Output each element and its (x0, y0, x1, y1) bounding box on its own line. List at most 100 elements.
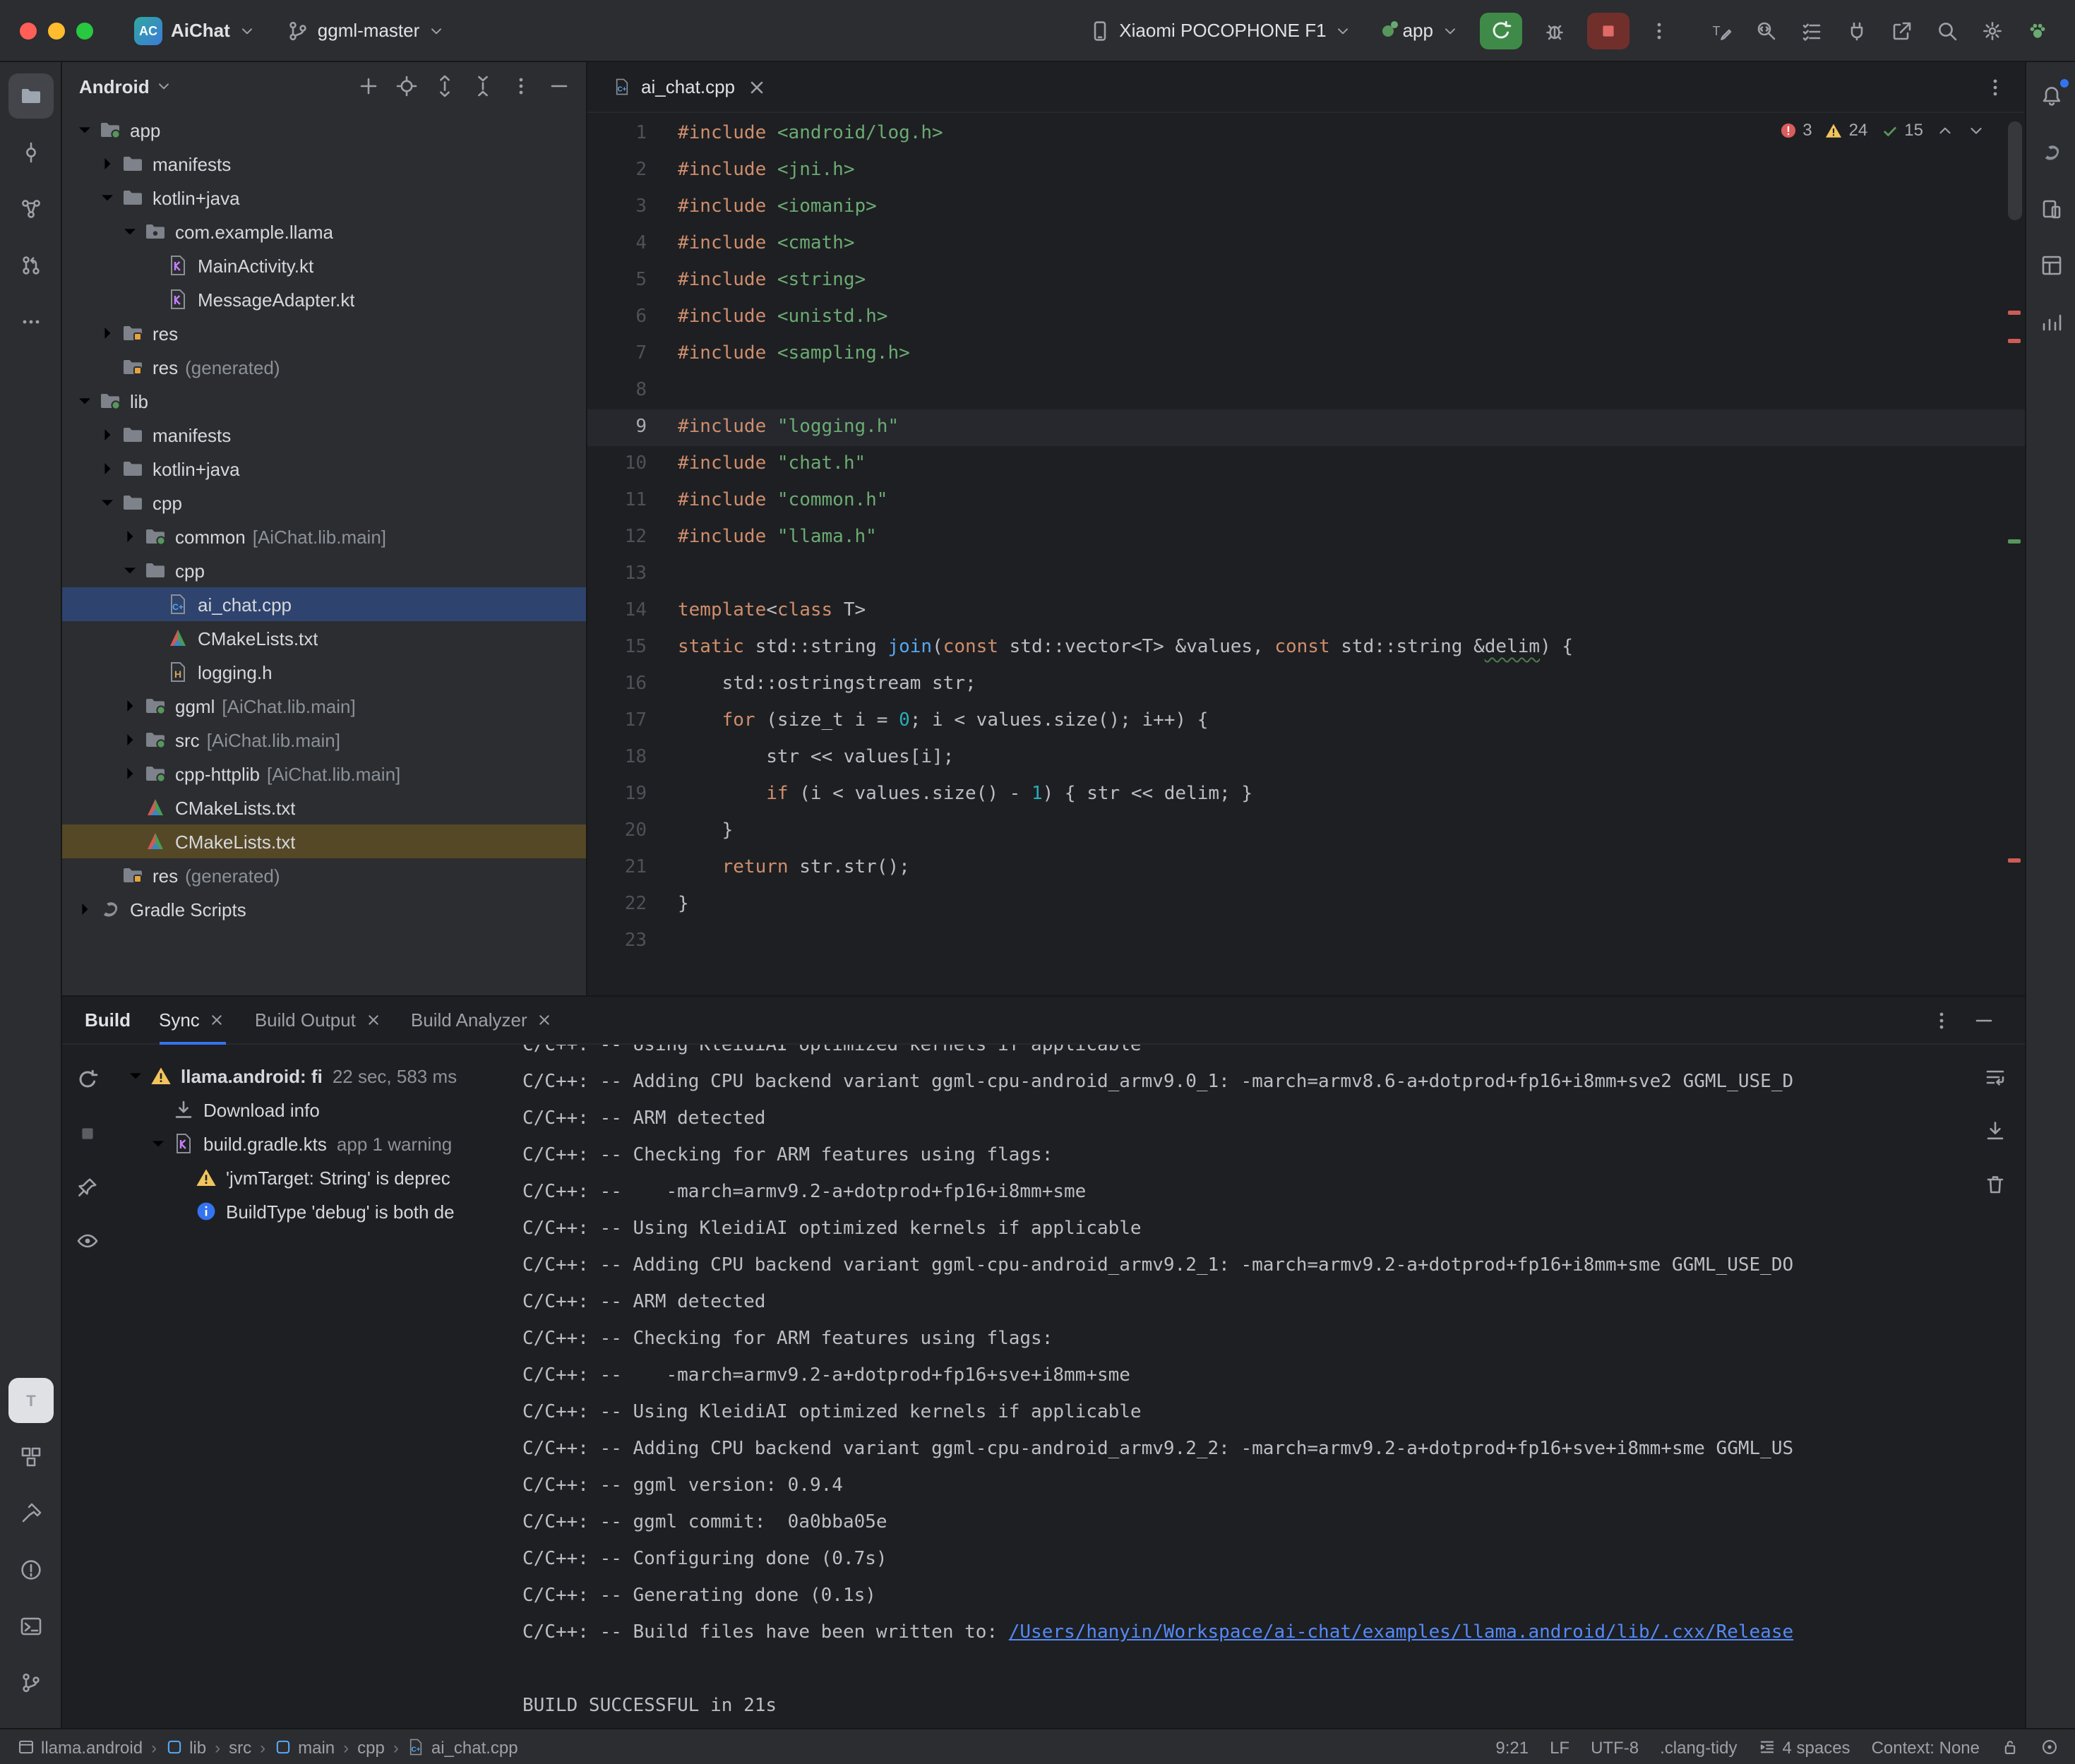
plugin-button[interactable] (1838, 12, 1875, 49)
add-button[interactable] (350, 68, 387, 104)
code-line[interactable]: 5#include <string> (587, 263, 2025, 299)
project-tree-item[interactable]: kotlin+java (62, 452, 586, 486)
project-selector[interactable]: AC AiChat (124, 11, 265, 50)
breadcrumb-item[interactable]: lib (165, 1737, 206, 1757)
caret-position[interactable]: 9:21 (1495, 1737, 1529, 1757)
project-tree-item[interactable]: CMakeLists.txt (62, 824, 586, 858)
kebab-button[interactable] (503, 68, 539, 104)
editor-scrollbar-thumb[interactable] (2008, 121, 2022, 220)
run-button[interactable] (1480, 12, 1522, 49)
project-tree-item[interactable]: CMakeLists.txt (62, 791, 586, 824)
project-tree-item[interactable]: cpp-httplib[AiChat.lib.main] (62, 757, 586, 791)
app-insights-button[interactable] (2028, 299, 2074, 344)
close-tab-icon[interactable] (536, 1011, 554, 1029)
code-line[interactable]: 11#include "common.h" (587, 483, 2025, 520)
locate-button[interactable] (388, 68, 425, 104)
lock-icon[interactable] (2001, 1738, 2019, 1756)
project-tree-item[interactable]: res(generated) (62, 350, 586, 384)
breadcrumb-item[interactable]: cpp (357, 1737, 385, 1757)
debug-button[interactable] (1533, 12, 1576, 49)
chevron-down-icon[interactable] (73, 390, 96, 412)
build-console[interactable]: C/C++: -- Using KleidiAI optimized kerne… (508, 1045, 2025, 1728)
project-tree-item[interactable]: src[AiChat.lib.main] (62, 723, 586, 757)
code-line[interactable]: 16 std::ostringstream str; (587, 666, 2025, 703)
maximize-window-button[interactable] (76, 22, 93, 39)
project-tree-item[interactable]: com.example.llama (62, 215, 586, 248)
project-folder-button[interactable] (8, 73, 53, 119)
code-line[interactable]: 8 (587, 373, 2025, 409)
minus-button[interactable] (541, 68, 578, 104)
hide-build-panel-button[interactable] (1966, 1002, 2002, 1038)
code-line[interactable]: 3#include <iomanip> (587, 189, 2025, 226)
minimize-window-button[interactable] (48, 22, 65, 39)
close-window-button[interactable] (20, 22, 37, 39)
prev-problem-icon[interactable] (1936, 121, 1954, 139)
profile-button[interactable] (2019, 12, 2056, 49)
breadcrumb-item[interactable]: C+ai_chat.cpp (407, 1737, 518, 1757)
chevron-right-icon[interactable] (96, 457, 119, 480)
build-tree-item[interactable]: 'jvmTarget: String' is deprec (113, 1160, 508, 1194)
tab-build-output[interactable]: Build Output (255, 996, 383, 1044)
breadcrumb-item[interactable]: src (229, 1737, 251, 1757)
chevron-down-icon[interactable] (119, 220, 141, 243)
project-tree-item[interactable]: common[AiChat.lib.main] (62, 520, 586, 553)
device-selector[interactable]: Xiaomi POCOPHONE F1 (1078, 13, 1361, 47)
trash-button[interactable] (1977, 1166, 2014, 1203)
chevron-down-icon[interactable] (147, 1132, 169, 1155)
search-button[interactable] (1929, 12, 1966, 49)
code-line[interactable]: 23 (587, 923, 2025, 960)
chevron-down-icon[interactable] (124, 1064, 147, 1087)
expand-all-button[interactable] (426, 68, 463, 104)
more-tools-button[interactable] (8, 299, 53, 344)
stop-button[interactable] (1587, 12, 1629, 49)
build-tree-item[interactable]: llama.android: fi22 sec, 583 ms (113, 1059, 508, 1093)
breadcrumb-item[interactable]: main (274, 1737, 335, 1757)
code-line[interactable]: 7#include <sampling.h> (587, 336, 2025, 373)
project-tree-item[interactable]: C+ai_chat.cpp (62, 587, 586, 621)
build-options-button[interactable] (1923, 1002, 1960, 1038)
project-tree-item[interactable]: manifests (62, 147, 586, 181)
project-tree-item[interactable]: app (62, 113, 586, 147)
close-tab-icon[interactable] (745, 76, 767, 98)
project-view-mode[interactable]: Android (79, 76, 150, 97)
stop-gray-button[interactable] (69, 1115, 106, 1152)
build-window-title[interactable]: Build (85, 1009, 131, 1031)
close-tab-icon[interactable] (364, 1011, 383, 1029)
breadcrumb-item[interactable]: llama.android (17, 1737, 143, 1757)
error-count[interactable]: 3 (1778, 120, 1812, 140)
packages-button[interactable] (8, 1434, 53, 1480)
code-line[interactable]: 4#include <cmath> (587, 226, 2025, 263)
rename-button[interactable]: T (1703, 12, 1740, 49)
code-line[interactable]: 6#include <unistd.h> (587, 299, 2025, 336)
gradle-button[interactable] (2028, 130, 2074, 175)
clang-tidy-widget[interactable]: .clang-tidy (1660, 1737, 1737, 1757)
line-separator[interactable]: LF (1550, 1737, 1569, 1757)
task-list-button[interactable] (1793, 12, 1830, 49)
project-tree-item[interactable]: Hlogging.h (62, 655, 586, 689)
close-tab-icon[interactable] (208, 1011, 227, 1029)
problems-button[interactable] (8, 1547, 53, 1592)
logcat-button[interactable]: T (8, 1378, 53, 1423)
pull-requests-button[interactable] (8, 243, 53, 288)
terminal-button[interactable] (8, 1604, 53, 1649)
project-tree-item[interactable]: manifests (62, 418, 586, 452)
indent-widget[interactable]: 4 spaces (1759, 1737, 1850, 1757)
run-config-selector[interactable]: app (1373, 14, 1469, 47)
context-widget[interactable]: Context: None (1872, 1737, 1980, 1757)
chevron-right-icon[interactable] (119, 762, 141, 785)
status-indicator-icon[interactable] (2040, 1738, 2059, 1756)
chevron-right-icon[interactable] (119, 695, 141, 717)
code-line[interactable]: 15static std::string join(const std::vec… (587, 630, 2025, 666)
project-tree-item[interactable]: lib (62, 384, 586, 418)
project-tree-item[interactable]: res (62, 316, 586, 350)
branch-selector[interactable]: ggml-master (277, 13, 455, 47)
pin-button[interactable] (69, 1169, 106, 1206)
tab-build-analyzer[interactable]: Build Analyzer (411, 996, 554, 1044)
console-link[interactable]: /Users/hanyin/Workspace/ai-chat/examples… (1009, 1622, 1793, 1643)
chevron-right-icon[interactable] (96, 424, 119, 446)
code-line[interactable]: 2#include <jni.h> (587, 152, 2025, 189)
editor-options-button[interactable] (1977, 68, 2014, 105)
project-tree-item[interactable]: Gradle Scripts (62, 892, 586, 926)
code-line[interactable]: 12#include "llama.h" (587, 520, 2025, 556)
settings-button[interactable] (1974, 12, 2011, 49)
